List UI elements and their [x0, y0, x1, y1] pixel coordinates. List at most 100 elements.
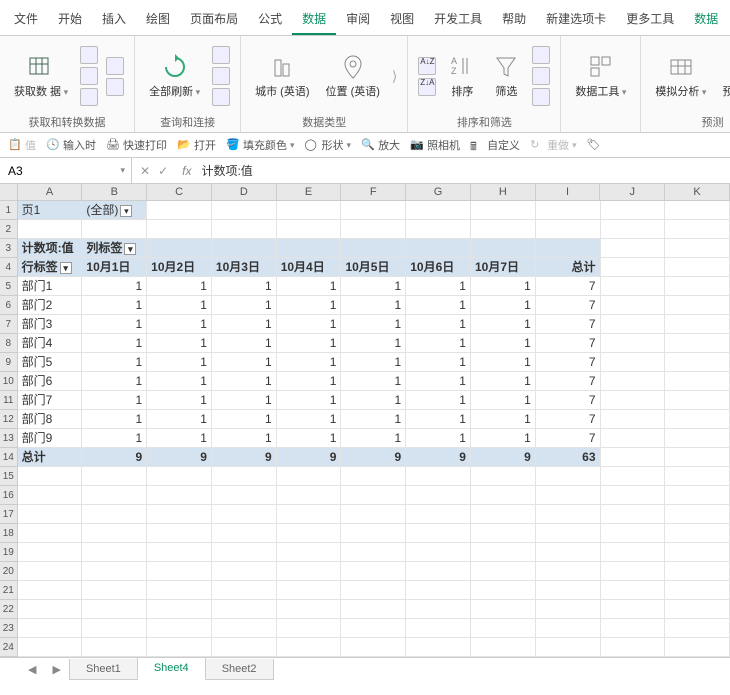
cell[interactable]	[341, 524, 406, 543]
whatif-button[interactable]: 模拟分析	[651, 51, 710, 101]
chevron-down-icon[interactable]: ▾	[120, 165, 125, 176]
cell[interactable]: 10月2日	[147, 258, 212, 277]
cell[interactable]	[18, 486, 83, 505]
cell[interactable]	[601, 524, 666, 543]
cell[interactable]	[601, 581, 666, 600]
more-button[interactable]: 🏷	[587, 138, 601, 152]
custom-button[interactable]: 🖩自定义	[470, 137, 520, 153]
cell[interactable]: 7	[536, 372, 601, 391]
cell[interactable]: 1	[406, 391, 471, 410]
cell[interactable]	[277, 543, 342, 562]
cell[interactable]	[341, 543, 406, 562]
paste-values-button[interactable]: 📋值	[8, 137, 36, 153]
cell[interactable]: 10月6日	[406, 258, 471, 277]
fx-label[interactable]: fx	[176, 164, 197, 178]
cell[interactable]	[536, 562, 601, 581]
cell[interactable]	[341, 201, 406, 220]
cell[interactable]: 1	[471, 429, 536, 448]
cell[interactable]	[406, 201, 471, 220]
cell[interactable]: 9	[406, 448, 471, 467]
cell[interactable]	[212, 467, 277, 486]
cell[interactable]	[82, 467, 147, 486]
cell[interactable]: 1	[471, 372, 536, 391]
cell[interactable]	[18, 638, 83, 657]
cell[interactable]	[406, 562, 471, 581]
row-header[interactable]: 1	[0, 201, 18, 220]
cell[interactable]	[147, 562, 212, 581]
cell[interactable]: 1	[277, 372, 342, 391]
cell[interactable]: 1	[82, 296, 147, 315]
cell[interactable]: 1	[406, 315, 471, 334]
menu-审阅[interactable]: 审阅	[336, 4, 380, 35]
cell[interactable]: 7	[536, 334, 601, 353]
formula-input[interactable]: 计数项:值	[197, 162, 256, 179]
cell[interactable]: 1	[212, 334, 277, 353]
cell[interactable]: 部门4	[18, 334, 83, 353]
cell[interactable]	[601, 486, 666, 505]
cell[interactable]: 1	[82, 315, 147, 334]
cell[interactable]	[406, 543, 471, 562]
cell[interactable]: 1	[147, 334, 212, 353]
cell[interactable]: 1	[341, 315, 406, 334]
menu-开始[interactable]: 开始	[48, 4, 92, 35]
cell[interactable]: 1	[471, 277, 536, 296]
cell[interactable]: 9	[471, 448, 536, 467]
cell[interactable]: 1	[341, 372, 406, 391]
cell[interactable]	[82, 505, 147, 524]
menu-更多工具[interactable]: 更多工具	[616, 4, 684, 35]
cell[interactable]	[665, 239, 730, 258]
cell[interactable]	[601, 410, 666, 429]
cell[interactable]	[277, 524, 342, 543]
cell[interactable]: 1	[277, 429, 342, 448]
cell[interactable]	[536, 201, 601, 220]
cell[interactable]: 1	[406, 334, 471, 353]
cell[interactable]	[665, 467, 730, 486]
row-header[interactable]: 6	[0, 296, 18, 315]
cell[interactable]	[601, 467, 666, 486]
recent-sources-button[interactable]	[106, 57, 124, 75]
queries-connections-button[interactable]	[212, 46, 230, 64]
cell[interactable]	[601, 239, 666, 258]
cell[interactable]	[665, 220, 730, 239]
from-table-button[interactable]	[80, 88, 98, 106]
cell[interactable]	[601, 619, 666, 638]
cell[interactable]	[406, 524, 471, 543]
cell[interactable]: 1	[277, 391, 342, 410]
cell[interactable]	[406, 467, 471, 486]
datatype-more[interactable]: ⟩	[392, 68, 397, 85]
cell[interactable]	[341, 239, 406, 258]
from-web-button[interactable]	[80, 67, 98, 85]
cell[interactable]	[277, 201, 342, 220]
cell[interactable]	[665, 505, 730, 524]
col-header[interactable]: K	[665, 184, 730, 200]
cell[interactable]: 列标签▾	[82, 239, 147, 258]
fill-color-button[interactable]: 🪣填充颜色 ▾	[226, 137, 295, 153]
cell[interactable]: 1	[212, 429, 277, 448]
cell[interactable]	[341, 600, 406, 619]
cell[interactable]: 部门8	[18, 410, 83, 429]
cell[interactable]	[601, 543, 666, 562]
cell[interactable]: 1	[147, 296, 212, 315]
row-header[interactable]: 2	[0, 220, 18, 239]
cell[interactable]	[471, 486, 536, 505]
camera-button[interactable]: 📷照相机	[410, 137, 460, 153]
cell[interactable]: 9	[82, 448, 147, 467]
menu-文件[interactable]: 文件	[4, 4, 48, 35]
cell[interactable]: 1	[147, 315, 212, 334]
row-header[interactable]: 9	[0, 353, 18, 372]
cell[interactable]	[277, 239, 342, 258]
cell[interactable]	[665, 448, 730, 467]
cell[interactable]: 1	[341, 277, 406, 296]
cell[interactable]: 1	[341, 353, 406, 372]
cell[interactable]: 10月3日	[212, 258, 277, 277]
cell[interactable]	[82, 619, 147, 638]
cell[interactable]	[536, 543, 601, 562]
col-header[interactable]: E	[277, 184, 342, 200]
menu-插入[interactable]: 插入	[92, 4, 136, 35]
cell[interactable]	[212, 543, 277, 562]
cell[interactable]	[601, 277, 666, 296]
cell[interactable]	[601, 315, 666, 334]
cell[interactable]: 1	[471, 353, 536, 372]
cell[interactable]	[147, 543, 212, 562]
cell[interactable]	[665, 619, 730, 638]
